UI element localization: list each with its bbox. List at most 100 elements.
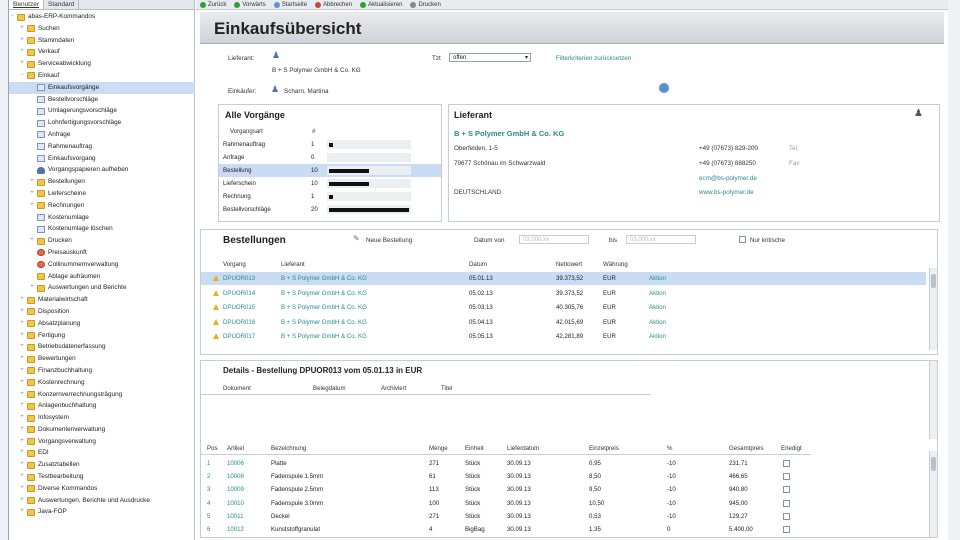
tree-item[interactable]: + Verkauf <box>9 46 195 58</box>
orders-col-header[interactable]: Datum <box>469 261 487 268</box>
tree-item[interactable]: + Auswertungen und Berichte <box>9 282 195 294</box>
tree-expander-icon[interactable]: + <box>19 447 25 459</box>
tree-item[interactable]: Lohnfertigungsvorschläge <box>9 117 195 129</box>
tree-item[interactable]: + Suchen <box>9 23 195 35</box>
orders-col-header[interactable]: Vorgang <box>223 261 246 268</box>
tab-standard[interactable]: Standard <box>44 0 80 9</box>
order-action[interactable]: Aktion <box>649 287 666 300</box>
supplier-web-link[interactable]: www.bs-polymer.de <box>699 189 754 196</box>
tree-expander-icon[interactable]: + <box>19 23 25 35</box>
start-button[interactable]: Startseite <box>273 1 307 8</box>
tree-item[interactable]: Umlagerungsvorschläge <box>9 105 195 117</box>
tree-item[interactable]: + Dokumentenverwaltung <box>9 424 195 436</box>
tree-item[interactable]: + Stammdaten <box>9 35 195 47</box>
contact-icon[interactable]: ♟ <box>914 108 923 119</box>
tree-expander-icon[interactable]: + <box>19 58 25 70</box>
tree-expander-icon[interactable]: + <box>19 400 25 412</box>
tree-expander-icon[interactable]: + <box>19 459 25 471</box>
transaction-row[interactable]: Bestellung 10 <box>219 164 441 177</box>
tree-item[interactable]: Kostenumlage <box>9 212 195 224</box>
refresh-button[interactable]: Aktualisieren <box>360 1 402 8</box>
tree-item[interactable]: + Testbearbeitung <box>9 471 195 483</box>
tree-expander-icon[interactable]: + <box>19 318 25 330</box>
tree-item[interactable]: + Drucken <box>9 235 195 247</box>
date-from-input[interactable]: 03.000.xx <box>519 235 589 244</box>
tree-item[interactable]: + Rechnungen <box>9 200 195 212</box>
tree-expander-icon[interactable]: + <box>19 46 25 58</box>
order-row[interactable]: DPUOR014 B + S Polymer GmbH & Co. KG 05.02… <box>201 287 926 300</box>
tree-item[interactable]: + EDI <box>9 447 195 459</box>
tree-item[interactable]: Rahmenauftrag <box>9 141 195 153</box>
tree-item[interactable]: + Java-FOP <box>9 506 195 518</box>
tree-item[interactable]: Kostenumlage löschen <box>9 223 195 235</box>
done-checkbox[interactable] <box>783 473 790 481</box>
orders-col-header[interactable]: Nettowert <box>556 261 582 268</box>
tree-item[interactable]: + Bestellungen <box>9 176 195 188</box>
documents-scrollbar[interactable] <box>929 361 937 439</box>
tree-expander-icon[interactable]: − <box>9 11 15 23</box>
tree-item[interactable]: + Disposition <box>9 306 195 318</box>
done-checkbox[interactable] <box>783 499 790 507</box>
tree-expander-icon[interactable]: + <box>29 176 35 188</box>
tree-expander-icon[interactable]: + <box>19 35 25 47</box>
tree-expander-icon[interactable]: + <box>29 235 35 247</box>
tree-item[interactable]: + Materialwirtschaft <box>9 294 195 306</box>
tree-item[interactable]: Einkaufsvorgang <box>9 153 195 165</box>
tree-expander-icon[interactable]: + <box>29 200 35 212</box>
tree-item[interactable]: + Betriebsdatenerfassung <box>9 341 195 353</box>
order-row[interactable]: DPUOR013 B + S Polymer GmbH & Co. KG 05.01… <box>201 272 926 285</box>
tree-expander-icon[interactable]: + <box>29 282 35 294</box>
tree-item[interactable]: − Einkauf <box>9 70 195 82</box>
tree-item[interactable]: Preisauskunft <box>9 247 195 259</box>
tree-item[interactable]: Anfrage <box>9 129 195 141</box>
done-checkbox[interactable] <box>783 526 790 533</box>
forward-button[interactable]: Vorwärts <box>234 1 266 8</box>
orders-col-header[interactable]: Lieferant <box>281 261 305 268</box>
tree-expander-icon[interactable]: − <box>19 70 25 82</box>
tree-item[interactable]: + Kostenrechnung <box>9 377 195 389</box>
tree-item[interactable]: + Fertigung <box>9 330 195 342</box>
tree-expander-icon[interactable]: + <box>19 471 25 483</box>
items-scrollbar[interactable] <box>929 451 937 537</box>
tree-item[interactable]: Ablage aufräumen <box>9 271 195 283</box>
tree-expander-icon[interactable]: + <box>19 483 25 495</box>
order-row[interactable]: DPUOR017 B + S Polymer GmbH & Co. KG 05.05… <box>201 330 926 343</box>
tree-item[interactable]: + Auswertungen, Berichte und Ausdrucke <box>9 495 195 507</box>
tree-expander-icon[interactable]: + <box>19 330 25 342</box>
item-row[interactable]: 1 10006 Platte 271 Stück 30.09.13 0,95 -10 231,7… <box>201 457 821 470</box>
item-row[interactable]: 6 10012 Kunststoffgranulat 4 BigBag 30.09.13 1… <box>201 523 821 536</box>
buyer-icon[interactable]: ♟ <box>271 84 279 95</box>
tree-item[interactable]: Einkaufsvorgänge <box>9 81 195 94</box>
tree-expander-icon[interactable]: + <box>19 377 25 389</box>
transaction-row[interactable]: Rechnung 1 <box>219 190 441 203</box>
order-row[interactable]: DPUOR016 B + S Polymer GmbH & Co. KG 05.04… <box>201 316 926 329</box>
tree-expander-icon[interactable]: + <box>19 341 25 353</box>
done-checkbox[interactable] <box>783 512 790 520</box>
status-select[interactable]: offen ▾ <box>449 53 531 62</box>
tree-expander-icon[interactable]: + <box>19 389 25 401</box>
tree-item[interactable]: + Infosystem <box>9 412 195 424</box>
tree-expander-icon[interactable]: + <box>19 412 25 424</box>
tree-expander-icon[interactable]: + <box>19 495 25 507</box>
tree-item[interactable]: + Anlagenbuchhaltung <box>9 400 195 412</box>
tree-item[interactable]: Bestellvorschläge <box>9 94 195 106</box>
order-action[interactable]: Aktion <box>649 330 666 343</box>
cancel-button[interactable]: Abbrechen <box>315 1 352 8</box>
item-row[interactable]: 3 10009 Fadenspule 2.5mm 113 Stück 30.09.13 9,… <box>201 483 821 496</box>
new-order-button[interactable]: Neue Bestellung <box>366 237 412 244</box>
order-action[interactable]: Aktion <box>649 272 666 285</box>
orders-col-header[interactable]: Währung <box>603 261 628 268</box>
tree-item[interactable]: Collinummernverwaltung <box>9 259 195 271</box>
tree-item[interactable]: + Serviceabwicklung <box>9 58 195 70</box>
tree-item[interactable]: + Zusatztabellen <box>9 459 195 471</box>
tree-expander-icon[interactable]: + <box>19 306 25 318</box>
item-row[interactable]: 5 10011 Deckel 271 Stück 30.09.13 0,53 -10 129,2… <box>201 510 821 523</box>
tree-item[interactable]: + Finanzbuchhaltung <box>9 365 195 377</box>
filter-reset-link[interactable]: Filterkriterien zurücksetzen <box>556 55 631 62</box>
order-action[interactable]: Aktion <box>649 316 666 329</box>
tree-item[interactable]: + Bewertungen <box>9 353 195 365</box>
tree-expander-icon[interactable]: + <box>19 424 25 436</box>
item-row[interactable]: 4 10010 Fadenspule 3.0mm 100 Stück 30.09.13 10… <box>201 497 821 510</box>
tree-expander-icon[interactable]: + <box>19 436 25 448</box>
tree-item[interactable]: + Konzernverrechnungsträgung <box>9 389 195 401</box>
